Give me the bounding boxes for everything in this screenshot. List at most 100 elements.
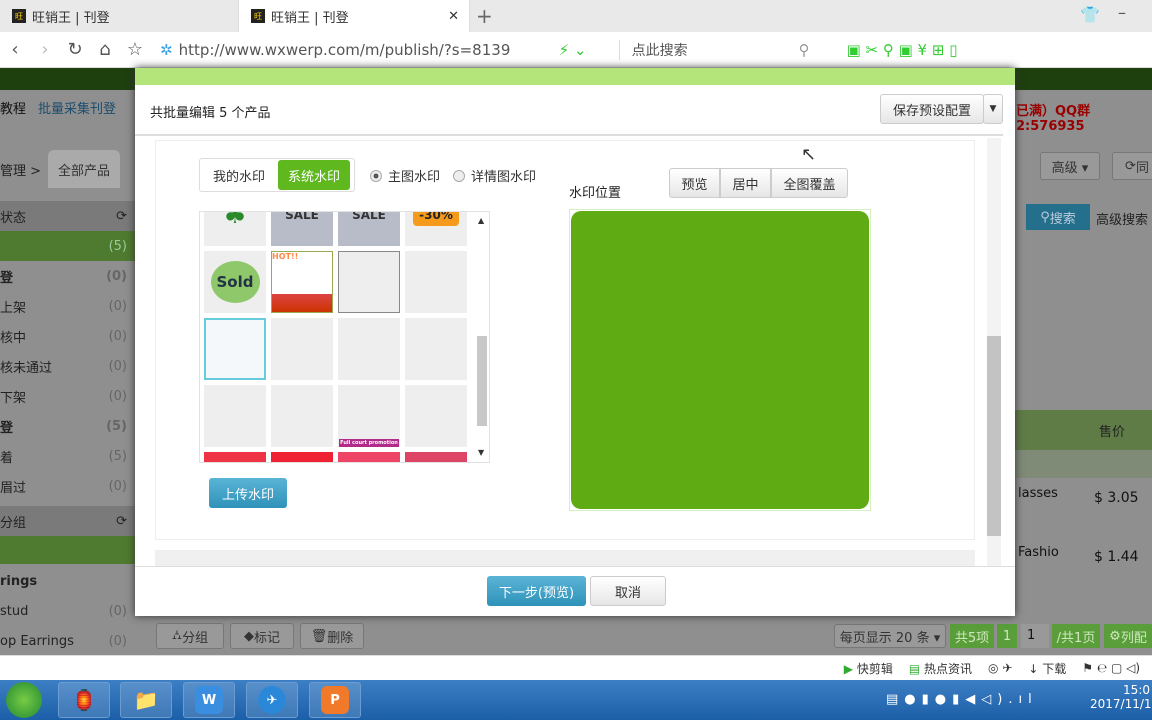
back-icon[interactable]: ‹ [0,39,30,60]
close-tab-icon[interactable]: ✕ [448,9,459,24]
page-input[interactable]: 1 [1021,624,1049,648]
search-input[interactable]: 点此搜索 [618,39,799,60]
watermark-thumbnail[interactable]: -30% [405,212,467,246]
status-filter-item[interactable]: 登 (5) [0,411,135,441]
quick-clip-link[interactable]: ▶ 快剪辑 [844,660,893,677]
per-page-select[interactable]: 每页显示 20 条 ▾ [834,624,946,648]
status-filter-item[interactable]: 核中 (0) [0,321,135,351]
hot-news-link[interactable]: ▤ 热点资讯 [909,660,972,677]
watermark-thumbnail[interactable] [271,452,333,462]
full-cover-button[interactable]: 全图覆盖 [771,168,848,198]
page-button[interactable]: 1 [997,624,1017,648]
watermark-thumbnail[interactable] [204,318,266,380]
tab-my-watermark[interactable]: 我的水印 [200,159,278,191]
tray-icons[interactable]: ⚑ ℮ ▢ ◁) [1082,661,1140,675]
browser-tab-active[interactable]: 旺旺销王 | 刊登 ✕ [238,0,470,32]
tab-all-products[interactable]: 全部产品 [48,150,120,188]
watermark-thumbnail[interactable]: ♣ [204,212,266,246]
status-filter-item[interactable]: (5) [0,231,135,261]
clock[interactable]: 15:02017/11/17 [1090,683,1152,711]
start-button[interactable] [6,682,42,718]
refresh-icon[interactable]: ⟳ [116,514,127,529]
watermark-thumbnail[interactable] [338,318,400,380]
skin-icon[interactable]: 👕 [1080,5,1100,24]
taskbar-app-presentation[interactable]: P [309,682,361,718]
group-button[interactable]: ⛼ 分组 [156,623,224,649]
download-link[interactable]: ↓ 下载 [1028,660,1066,677]
mark-button[interactable]: ◆ 标记 [230,623,294,649]
watermark-thumbnail[interactable] [405,318,467,380]
reload-icon[interactable]: ↻ [60,39,90,60]
watermark-thumbnail[interactable] [338,251,400,313]
refresh-icon[interactable]: ⟳ [116,209,127,224]
search-icon[interactable]: ⚲ [799,41,839,59]
home-icon[interactable]: ⌂ [90,39,120,60]
radio-detail-image[interactable]: 详情图水印 [453,166,536,185]
watermark-thumbnail[interactable] [338,452,400,462]
group-selected[interactable] [0,536,135,564]
price-column-header[interactable]: 售价 [1015,410,1152,450]
cancel-button[interactable]: 取消 [590,576,666,606]
radio-main-image[interactable]: 主图水印 [370,166,440,185]
extension-icons[interactable]: ▣ ✂ ⚲ ▣ ¥ ⊞ ▯ [847,41,958,59]
grid-scrollbar[interactable]: ▲ ▼ [474,212,489,462]
taskbar-app-messenger[interactable]: ✈ [246,682,298,718]
new-tab-icon[interactable]: + [476,4,493,28]
search-button[interactable]: ⚲ 搜索 [1026,204,1090,230]
group-item[interactable]: rings [0,566,135,596]
group-item[interactable]: op Earrings (0) [0,626,135,656]
center-button[interactable]: 居中 [720,168,771,198]
collapse-bar[interactable] [155,550,975,566]
system-tray-icons[interactable]: ▤●▮●▮◀◁).ıl [886,692,1038,707]
product-name[interactable]: lasses [1018,486,1058,501]
advanced-dropdown[interactable]: 高级 ▾ [1040,152,1100,180]
preview-button[interactable]: 预览 [669,168,720,198]
watermark-thumbnail[interactable] [271,385,333,447]
watermark-thumbnail[interactable] [405,251,467,313]
upload-watermark-button[interactable]: 上传水印 [209,478,287,508]
group-item[interactable]: stud (0) [0,596,135,626]
watermark-thumbnail[interactable] [204,385,266,447]
save-preset-button[interactable]: 保存预设配置 [880,94,984,124]
watermark-thumbnail[interactable]: SALE [338,212,400,246]
watermark-grid: ♣ SALE SALE -30% Sold HOT!! Full court promoti… [199,211,490,463]
watermark-thumbnail[interactable] [405,385,467,447]
minimize-icon[interactable]: – [1118,3,1126,22]
status-filter-item[interactable]: 上架 (0) [0,291,135,321]
watermark-position-canvas[interactable] [569,209,871,511]
modal-scrollbar[interactable] [987,138,1001,566]
status-filter-item[interactable]: 下架 (0) [0,381,135,411]
tutorial-link[interactable]: 教程 [0,98,26,117]
taskbar-app-wps[interactable]: W [183,682,235,718]
status-filter-item[interactable]: 核未通过 (0) [0,351,135,381]
next-preview-button[interactable]: 下一步(预览) [487,576,586,606]
watermark-thumbnail[interactable]: SALE [271,212,333,246]
taskbar-app-browser[interactable]: 🏮 [58,682,110,718]
watermark-thumbnail[interactable]: Sold [204,251,266,313]
share-lightning-icon[interactable]: ⚡ ⌄ [559,41,619,59]
forward-icon[interactable]: › [30,39,60,60]
status-filter-item[interactable]: 着 (5) [0,441,135,471]
advanced-search-button[interactable]: 高级搜索 [1096,209,1148,228]
watermark-thumbnail[interactable] [204,452,266,462]
status-filter-item[interactable]: 眉过 (0) [0,471,135,501]
column-config-button[interactable]: ⚙ 列配 [1104,624,1152,648]
bookmark-star-icon[interactable]: ☆ [120,39,150,60]
sync-button[interactable]: ⟳ 同 [1112,152,1152,180]
watermark-thumbnail[interactable]: Full court promotion [338,385,400,447]
delete-button[interactable]: 🗑 删除 [300,623,364,649]
browser-tab[interactable]: 旺旺销王 | 刊登 [0,0,232,32]
batch-collect-link[interactable]: 批量采集刊登 [38,98,116,117]
taskbar-app-explorer[interactable]: 📁 [120,682,172,718]
misc-icons[interactable]: ◎ ✈ [988,661,1012,675]
tab-system-watermark[interactable]: 系统水印 [278,160,350,190]
url-input[interactable]: http://www.wxwerp.com/m/publish/?s=8139 [179,41,559,59]
product-name[interactable]: Fashio [1018,545,1059,560]
watermark-thumbnail[interactable] [271,318,333,380]
watermark-thumbnail[interactable] [405,452,467,462]
status-filter-item[interactable]: 登 (0) [0,261,135,291]
breadcrumb[interactable]: 管理 > [0,160,41,179]
watermark-thumbnail[interactable]: HOT!! [271,251,333,313]
save-preset-dropdown[interactable]: ▼ [983,94,1003,124]
watermark-preview-area[interactable] [571,211,869,509]
